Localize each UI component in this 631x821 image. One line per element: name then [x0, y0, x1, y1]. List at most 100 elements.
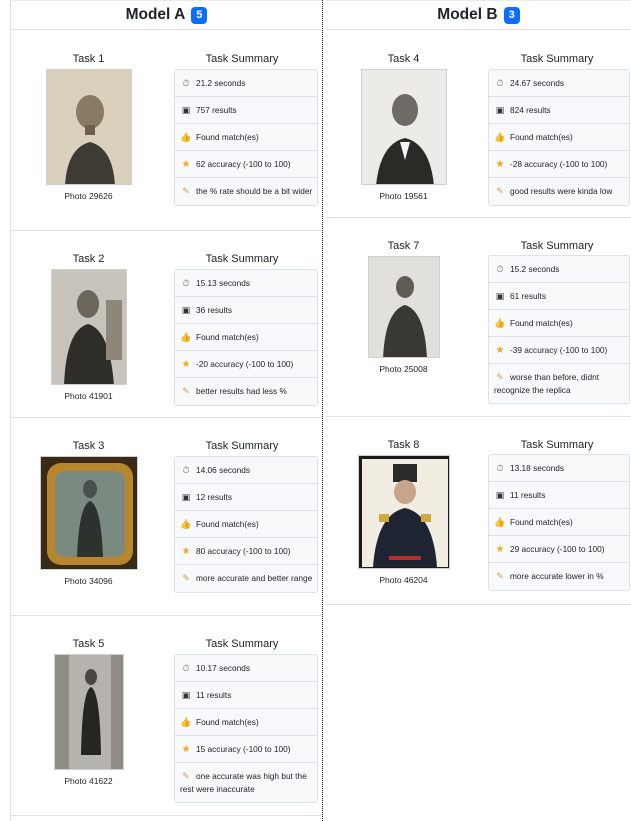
memo-icon: ✎ [496, 571, 504, 581]
summary-title: Task Summary [520, 439, 594, 451]
summary-title: Task Summary [205, 440, 279, 452]
thumbs-up-icon: 👍 [180, 716, 192, 727]
note-value: good results were kinda low [510, 186, 613, 196]
results-value: 11 results [196, 690, 232, 700]
photo-caption: Photo 29626 [64, 191, 113, 201]
task-card: Task 8 Photo 46204 Task Summary ⏱ 13.18 s… [326, 417, 631, 605]
model-a-column: Model A 5 Task 1 Photo 29626 Task Summar… [10, 0, 322, 821]
task-photo[interactable] [50, 269, 127, 385]
summary-title: Task Summary [205, 638, 279, 650]
time-value: 13.18 seconds [510, 463, 564, 473]
star-icon: ★ [495, 543, 505, 555]
photo-caption: Photo 25008 [379, 364, 428, 374]
task-summary: ⏱ 15.13 seconds ▣ 36 results 👍 Found match(… [174, 269, 318, 406]
memo-icon: ✎ [182, 386, 190, 396]
photos-icon: ▣ [495, 489, 505, 500]
task-photo[interactable] [357, 455, 450, 569]
results-value: 757 results [196, 105, 237, 115]
photos-icon: ▣ [495, 104, 505, 115]
star-icon: ★ [495, 158, 505, 170]
thumbs-up-icon: 👍 [180, 331, 192, 342]
model-b-column: Model B 3 Task 4 Photo 19561 Task Summar… [326, 0, 631, 821]
accuracy-value: 62 accuracy (-100 to 100) [196, 159, 291, 169]
stopwatch-icon: ⏱ [496, 77, 504, 88]
time-value: 15.2 seconds [510, 264, 560, 274]
accuracy-value: 29 accuracy (-100 to 100) [510, 544, 605, 554]
stopwatch-icon: ⏱ [496, 263, 504, 274]
task-photo[interactable] [39, 456, 138, 570]
thumbs-up-icon: 👍 [180, 131, 192, 142]
match-value: Found match(es) [510, 132, 573, 142]
thumbs-up-icon: 👍 [494, 317, 506, 328]
memo-icon: ✎ [182, 186, 190, 196]
photos-icon: ▣ [181, 304, 191, 315]
photos-icon: ▣ [181, 491, 191, 502]
task-title: Task 7 [387, 240, 420, 252]
star-icon: ★ [495, 344, 505, 356]
photos-icon: ▣ [181, 689, 191, 700]
results-value: 61 results [510, 291, 546, 301]
model-b-count-badge: 3 [503, 6, 520, 24]
stopwatch-icon: ⏱ [182, 77, 190, 88]
accuracy-value: -39 accuracy (-100 to 100) [510, 345, 608, 355]
task-card: Task 3 Photo 34096 Task Summary ⏱ 14.06 s… [11, 418, 322, 616]
model-b-title: Model B [437, 6, 498, 23]
match-value: Found match(es) [196, 717, 259, 727]
column-divider [322, 0, 323, 821]
accuracy-value: -20 accuracy (-100 to 100) [196, 359, 294, 369]
results-value: 12 results [196, 492, 232, 502]
task-photo[interactable] [45, 69, 132, 185]
time-value: 14.06 seconds [196, 465, 250, 475]
model-a-header: Model A 5 [11, 0, 322, 30]
task-title: Task 3 [72, 440, 105, 452]
task-card: Task 1 Photo 29626 Task Summary ⏱ 21.2 se… [11, 31, 322, 231]
summary-title: Task Summary [205, 53, 279, 65]
task-summary: ⏱ 24.67 seconds ▣ 824 results 👍 Found match… [488, 69, 630, 206]
stopwatch-icon: ⏱ [182, 277, 190, 288]
match-value: Found match(es) [196, 519, 259, 529]
results-value: 36 results [196, 305, 232, 315]
time-value: 15.13 seconds [196, 278, 250, 288]
model-b-header: Model B 3 [326, 0, 631, 30]
results-value: 11 results [510, 490, 546, 500]
summary-title: Task Summary [520, 53, 594, 65]
task-title: Task 5 [72, 638, 105, 650]
photo-caption: Photo 34096 [64, 576, 113, 586]
stopwatch-icon: ⏱ [496, 462, 504, 473]
stopwatch-icon: ⏱ [182, 662, 190, 673]
accuracy-value: 80 accuracy (-100 to 100) [196, 546, 291, 556]
memo-icon: ✎ [182, 771, 190, 781]
star-icon: ★ [181, 743, 191, 755]
match-value: Found match(es) [510, 517, 573, 527]
thumbs-up-icon: 👍 [180, 518, 192, 529]
task-photo[interactable] [360, 69, 447, 185]
photo-caption: Photo 41901 [64, 391, 113, 401]
note-value: better results had less % [196, 386, 287, 396]
note-value: the % rate should be a bit wider [196, 186, 313, 196]
task-title: Task 4 [387, 53, 420, 65]
time-value: 10.17 seconds [196, 663, 250, 673]
match-value: Found match(es) [510, 318, 573, 328]
memo-icon: ✎ [182, 573, 190, 583]
photo-caption: Photo 41622 [64, 776, 113, 786]
note-value: more accurate lower in % [510, 571, 604, 581]
task-photo[interactable] [53, 654, 124, 770]
task-card: Task 5 Photo 41622 Task Summary ⏱ 10.17 s… [11, 616, 322, 816]
model-a-title: Model A [125, 6, 186, 23]
task-card: Task 7 Photo 25008 Task Summary ⏱ 15.2 se… [326, 218, 631, 417]
photo-caption: Photo 19561 [379, 191, 428, 201]
memo-icon: ✎ [496, 186, 504, 196]
task-photo[interactable] [367, 256, 440, 358]
task-card: Task 4 Photo 19561 Task Summary ⏱ 24.67 s… [326, 31, 631, 218]
summary-title: Task Summary [205, 253, 279, 265]
star-icon: ★ [181, 358, 191, 370]
task-summary: ⏱ 14.06 seconds ▣ 12 results 👍 Found match(… [174, 456, 318, 593]
note-value: worse than before, didnt recognize the r… [494, 372, 600, 395]
time-value: 21.2 seconds [196, 78, 246, 88]
task-summary: ⏱ 13.18 seconds ▣ 11 results 👍 Found match(… [488, 454, 630, 591]
star-icon: ★ [181, 545, 191, 557]
thumbs-up-icon: 👍 [494, 131, 506, 142]
task-summary: ⏱ 21.2 seconds ▣ 757 results 👍 Found match(… [174, 69, 318, 206]
task-title: Task 2 [72, 253, 105, 265]
accuracy-value: 15 accuracy (-100 to 100) [196, 744, 291, 754]
